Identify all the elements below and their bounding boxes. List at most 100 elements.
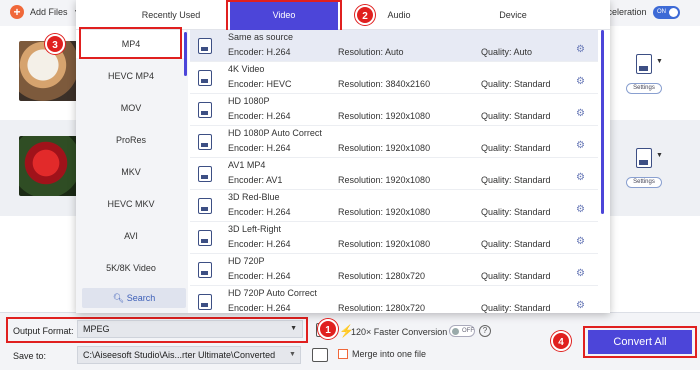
gear-icon[interactable]: ⚙: [576, 268, 585, 279]
merge-label: Merge into one file: [352, 349, 427, 359]
video-format-icon: [198, 230, 212, 246]
gear-icon[interactable]: ⚙: [576, 300, 585, 311]
merge-checkbox[interactable]: [338, 349, 348, 359]
category-mov[interactable]: MOV: [76, 94, 186, 122]
category-prores[interactable]: ProRes: [76, 126, 186, 154]
save-to-path: C:\Aiseesoft Studio\Ais...rter Ultimate\…: [83, 350, 276, 360]
preset-row[interactable]: 3D Red-Blue Encoder: H.264 Resolution: 1…: [190, 190, 598, 222]
preset-row[interactable]: HD 720P Encoder: H.264 Resolution: 1280x…: [190, 254, 598, 286]
step-badge-4: 4: [551, 331, 571, 351]
preset-encoder: Encoder: H.264: [228, 47, 291, 57]
preset-list: Same as source Encoder: H.264 Resolution…: [190, 30, 604, 313]
search-label: Search: [126, 293, 156, 303]
search-button[interactable]: 🔍︎ Search: [82, 288, 186, 308]
preset-quality: Quality: Standard: [481, 143, 551, 153]
preset-resolution: Resolution: 1280x720: [338, 271, 426, 281]
video-format-icon: [198, 198, 212, 214]
preset-quality: Quality: Standard: [481, 79, 551, 89]
chevron-down-icon[interactable]: ▼: [656, 152, 663, 159]
highlight-frame: [6, 317, 308, 343]
preset-name: 4K Video: [228, 64, 265, 74]
gear-icon[interactable]: ⚙: [576, 204, 585, 215]
format-dropdown-panel: Recently Used Video Audio Device MP4 HEV…: [76, 0, 610, 313]
add-files-label: Add Files: [30, 7, 68, 17]
highlight-frame: [79, 27, 182, 59]
gear-icon[interactable]: ⚙: [576, 140, 585, 151]
category-hevc-mkv[interactable]: HEVC MKV: [76, 190, 186, 218]
video-format-icon: [198, 38, 212, 54]
acceleration-toggle[interactable]: ON: [653, 6, 680, 19]
tab-audio[interactable]: Audio: [366, 0, 432, 30]
chevron-down-icon[interactable]: ▼: [289, 351, 296, 358]
video-format-icon: [198, 166, 212, 182]
folder-icon[interactable]: [312, 348, 328, 362]
preset-name: HD 720P: [228, 256, 265, 266]
category-hevc-mp4[interactable]: HEVC MP4: [76, 62, 186, 90]
preset-quality: Quality: Standard: [481, 239, 551, 249]
format-tabs: Recently Used Video Audio Device: [76, 0, 610, 30]
preset-resolution: Resolution: 1920x1080: [338, 207, 431, 217]
highlight-frame: [226, 0, 342, 33]
preset-encoder: Encoder: H.264: [228, 143, 291, 153]
preset-encoder: Encoder: H.264: [228, 303, 291, 313]
gear-icon[interactable]: ⚙: [576, 44, 585, 55]
preset-row[interactable]: 3D Left-Right Encoder: H.264 Resolution:…: [190, 222, 598, 254]
preset-row[interactable]: 4K Video Encoder: HEVC Resolution: 3840x…: [190, 62, 598, 94]
category-avi[interactable]: AVI: [76, 222, 186, 250]
preset-resolution: Resolution: 3840x2160: [338, 79, 431, 89]
preset-row[interactable]: AV1 MP4 Encoder: AV1 Resolution: 1920x10…: [190, 158, 598, 190]
video-format-icon: [198, 70, 212, 86]
video-format-icon: [198, 134, 212, 150]
settings-button[interactable]: Settings: [626, 177, 662, 188]
preset-encoder: Encoder: H.264: [228, 271, 291, 281]
format-icon[interactable]: [636, 148, 652, 168]
search-icon: 🔍︎: [112, 293, 125, 303]
video-format-icon: [198, 262, 212, 278]
preset-encoder: Encoder: HEVC: [228, 79, 292, 89]
video-format-icon: [198, 294, 212, 310]
preset-resolution: Resolution: 1280x720: [338, 303, 426, 313]
gear-icon[interactable]: ⚙: [576, 108, 585, 119]
category-scrollbar[interactable]: [184, 32, 187, 76]
preset-row[interactable]: Same as source Encoder: H.264 Resolution…: [190, 30, 598, 62]
highlight-frame: [583, 326, 697, 358]
preset-name: AV1 MP4: [228, 160, 266, 170]
category-list: MP4 HEVC MP4 MOV ProRes MKV HEVC MKV AVI…: [76, 30, 188, 313]
faster-conversion-toggle[interactable]: OFF: [449, 325, 475, 337]
preset-resolution: Resolution: Auto: [338, 47, 404, 57]
add-files-button[interactable]: + Add Files ▼: [10, 5, 80, 19]
tab-recently-used[interactable]: Recently Used: [116, 0, 226, 30]
preset-resolution: Resolution: 1920x1080: [338, 143, 431, 153]
preset-resolution: Resolution: 1920x1080: [338, 175, 431, 185]
save-to-label: Save to:: [13, 351, 47, 361]
preset-row[interactable]: HD 1080P Encoder: H.264 Resolution: 1920…: [190, 94, 598, 126]
tab-device[interactable]: Device: [476, 0, 550, 30]
step-badge-3: 3: [45, 34, 65, 54]
preset-name: 3D Red-Blue: [228, 192, 280, 202]
preset-resolution: Resolution: 1920x1080: [338, 111, 431, 121]
format-icon[interactable]: [636, 54, 652, 74]
preset-quality: Quality: Standard: [481, 271, 551, 281]
preset-row[interactable]: HD 1080P Auto Correct Encoder: H.264 Res…: [190, 126, 598, 158]
preset-quality: Quality: Auto: [481, 47, 533, 57]
settings-button[interactable]: Settings: [626, 83, 662, 94]
chevron-down-icon[interactable]: ▼: [656, 58, 663, 65]
preset-name: HD 1080P Auto Correct: [228, 128, 322, 138]
preset-row[interactable]: HD 720P Auto Correct Encoder: H.264 Reso…: [190, 286, 598, 313]
video-format-icon: [198, 102, 212, 118]
save-to-select[interactable]: C:\Aiseesoft Studio\Ais...rter Ultimate\…: [77, 346, 301, 364]
preset-scrollbar[interactable]: [601, 30, 604, 214]
category-5k-8k-video[interactable]: 5K/8K Video: [76, 254, 186, 282]
step-badge-1: 1: [318, 319, 338, 339]
preset-name: HD 720P Auto Correct: [228, 288, 317, 298]
category-mkv[interactable]: MKV: [76, 158, 186, 186]
step-badge-2: 2: [355, 5, 375, 25]
gear-icon[interactable]: ⚙: [576, 172, 585, 183]
preset-quality: Quality: Standard: [481, 111, 551, 121]
preset-encoder: Encoder: H.264: [228, 207, 291, 217]
help-icon[interactable]: ?: [479, 325, 491, 337]
preset-encoder: Encoder: AV1: [228, 175, 283, 185]
preset-quality: Quality: Standard: [481, 207, 551, 217]
gear-icon[interactable]: ⚙: [576, 236, 585, 247]
gear-icon[interactable]: ⚙: [576, 76, 585, 87]
